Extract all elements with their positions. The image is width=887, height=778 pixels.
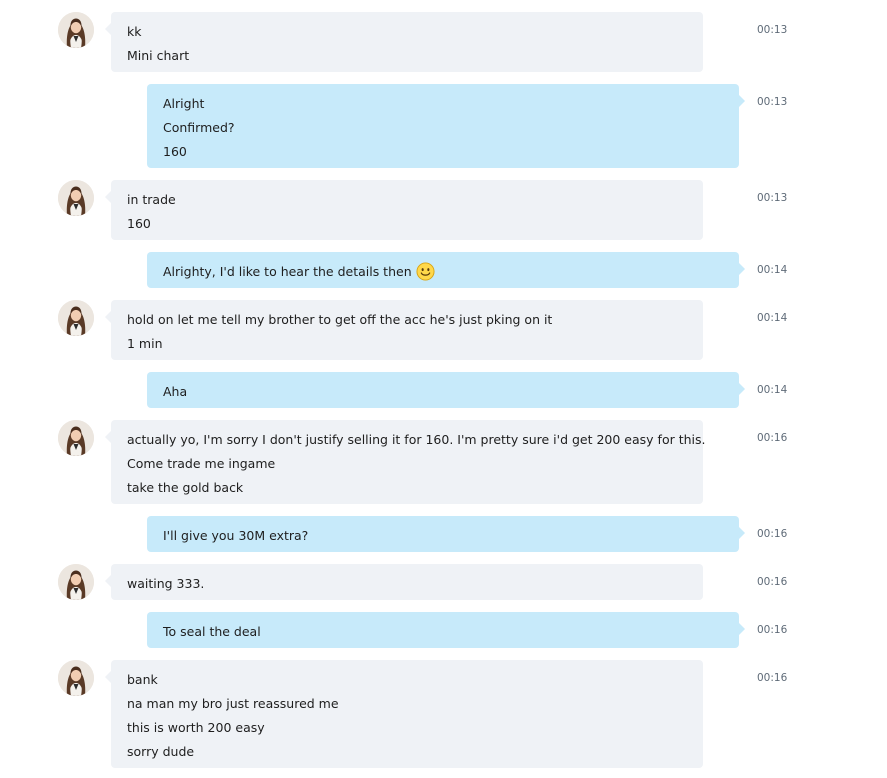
message-text: actually yo, I'm sorry I don't justify s…	[127, 432, 706, 447]
message-timestamp: 00:16	[757, 528, 788, 540]
message-text: this is worth 200 easy	[127, 720, 265, 735]
message-text: Confirmed?	[163, 120, 235, 135]
message-timestamp: 00:13	[757, 192, 788, 204]
message-bubble[interactable]: kk Mini chart	[105, 12, 703, 72]
message-bubble[interactable]: Aha	[147, 372, 745, 408]
message-text: bank	[127, 672, 158, 687]
message-timestamp: 00:16	[757, 672, 788, 684]
message-text: waiting 333.	[127, 576, 205, 591]
avatar-portrait-icon	[58, 180, 94, 216]
avatar[interactable]	[58, 420, 94, 456]
message-text: in trade	[127, 192, 176, 207]
avatar-portrait-icon	[58, 12, 94, 48]
message-timestamp: 00:14	[757, 312, 788, 324]
avatar-portrait-icon	[58, 564, 94, 600]
message-bubble[interactable]: hold on let me tell my brother to get of…	[105, 300, 703, 360]
message-timestamp: 00:16	[757, 624, 788, 636]
message-text: Aha	[163, 384, 188, 399]
message-text: 160	[163, 144, 187, 159]
message-text: Alrighty, I'd like to hear the details t…	[163, 260, 723, 284]
avatar[interactable]	[58, 180, 94, 216]
message-text: na man my bro just reassured me	[127, 696, 339, 711]
message-text: hold on let me tell my brother to get of…	[127, 312, 553, 327]
message-bubble[interactable]: bank na man my bro just reassured me this …	[105, 660, 703, 768]
message-timestamp: 00:14	[757, 264, 788, 276]
message-bubble[interactable]: To seal the deal	[147, 612, 745, 648]
message-text: Alright	[163, 96, 205, 111]
message-timestamp: 00:16	[757, 576, 788, 588]
message-bubble[interactable]: I'll give you 30M extra?	[147, 516, 745, 552]
message-text: I'll give you 30M extra?	[163, 528, 309, 543]
message-bubble[interactable]: Alright Confirmed? 160	[147, 84, 745, 168]
message-text: kk	[127, 24, 142, 39]
avatar[interactable]	[58, 300, 94, 336]
message-bubble[interactable]: in trade 160	[105, 180, 703, 240]
avatar-portrait-icon	[58, 300, 94, 336]
message-text: Mini chart	[127, 48, 190, 63]
avatar-portrait-icon	[58, 660, 94, 696]
message-text: 1 min	[127, 336, 163, 351]
message-timestamp: 00:16	[757, 432, 788, 444]
message-text: Come trade me ingame	[127, 456, 276, 471]
message-timestamp: 00:13	[757, 24, 788, 36]
avatar[interactable]	[58, 12, 94, 48]
message-bubble[interactable]: actually yo, I'm sorry I don't justify s…	[105, 420, 706, 504]
message-text: To seal the deal	[163, 624, 261, 639]
message-bubble[interactable]: waiting 333.	[105, 564, 703, 600]
message-text: 160	[127, 216, 151, 231]
avatar[interactable]	[58, 564, 94, 600]
smiley-emoji-icon	[416, 262, 435, 281]
avatar[interactable]	[58, 660, 94, 696]
chat-conversation: kk Mini chart 00:13 Alright Confirmed? 160 00:…	[0, 0, 887, 778]
message-text: take the gold back	[127, 480, 244, 495]
avatar-portrait-icon	[58, 420, 94, 456]
message-text: sorry dude	[127, 744, 195, 759]
message-timestamp: 00:13	[757, 96, 788, 108]
message-bubble[interactable]: Alrighty, I'd like to hear the details t…	[147, 252, 745, 288]
message-timestamp: 00:14	[757, 384, 788, 396]
